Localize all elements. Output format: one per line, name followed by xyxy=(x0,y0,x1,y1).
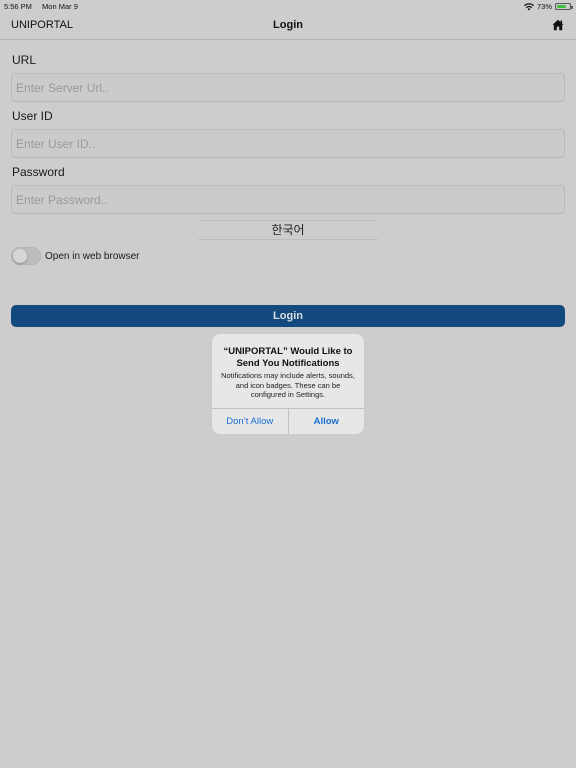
alert-buttons: Don’t Allow Allow xyxy=(212,408,364,434)
alert-message: Notifications may include alerts, sounds… xyxy=(221,371,355,399)
wifi-icon xyxy=(523,2,534,10)
battery-percent: 73% xyxy=(536,2,552,11)
status-right: 73% xyxy=(523,2,573,11)
notification-alert: “UNIPORTAL” Would Like to Send You Notif… xyxy=(212,334,364,434)
open-in-browser-toggle[interactable] xyxy=(11,247,41,265)
screen: 5:56 PM Mon Mar 9 73% UNIPORTAL Login UR… xyxy=(0,0,576,768)
user-id-label: User ID xyxy=(12,109,53,123)
url-input[interactable] xyxy=(11,73,565,102)
status-left: 5:56 PM Mon Mar 9 xyxy=(4,2,86,11)
page-title: Login xyxy=(273,19,303,31)
dont-allow-button[interactable]: Don’t Allow xyxy=(212,409,288,434)
battery-icon xyxy=(555,3,573,10)
password-input[interactable] xyxy=(11,185,565,214)
url-label: URL xyxy=(12,53,37,67)
password-label: Password xyxy=(12,165,65,179)
open-in-browser-label: Open in web browser xyxy=(45,251,140,262)
home-icon[interactable] xyxy=(552,19,564,31)
status-time: 5:56 PM xyxy=(4,2,32,11)
alert-title: “UNIPORTAL” Would Like to Send You Notif… xyxy=(223,346,353,369)
login-button[interactable]: Login xyxy=(11,305,565,327)
status-date: Mon Mar 9 xyxy=(42,2,78,11)
battery-fill xyxy=(557,5,566,8)
nav-bar: UNIPORTAL Login xyxy=(0,12,576,40)
user-id-input[interactable] xyxy=(11,129,565,158)
toggle-knob xyxy=(13,249,27,263)
status-bar: 5:56 PM Mon Mar 9 73% xyxy=(0,0,576,12)
language-picker[interactable]: 한국어 xyxy=(198,220,378,240)
battery-tip xyxy=(571,5,573,9)
allow-button[interactable]: Allow xyxy=(287,409,365,434)
